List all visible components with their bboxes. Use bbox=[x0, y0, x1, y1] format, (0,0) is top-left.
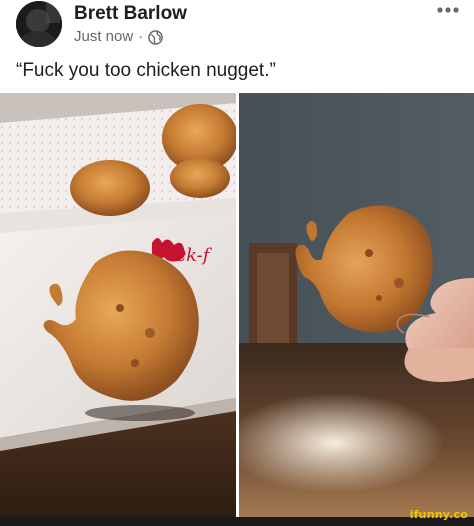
photo-divider bbox=[236, 93, 239, 517]
post-header: Brett Barlow Just now · bbox=[0, 0, 474, 56]
avatar[interactable] bbox=[16, 1, 62, 47]
post-meta: Just now · bbox=[74, 28, 164, 46]
photo-left[interactable]: ck-f bbox=[0, 93, 236, 517]
globe-icon[interactable] bbox=[148, 29, 164, 45]
author-name[interactable]: Brett Barlow bbox=[74, 3, 187, 25]
ifunny-watermark: ifunny.co bbox=[409, 508, 468, 521]
watermark-bar bbox=[0, 517, 474, 526]
more-options-icon[interactable] bbox=[434, 2, 462, 22]
timestamp[interactable]: Just now bbox=[74, 28, 133, 46]
box-print-text: ck-f bbox=[176, 245, 213, 266]
photo-right[interactable] bbox=[239, 93, 474, 517]
post-caption: “Fuck you too chicken nugget.” bbox=[16, 60, 276, 81]
meta-separator: · bbox=[138, 28, 144, 45]
